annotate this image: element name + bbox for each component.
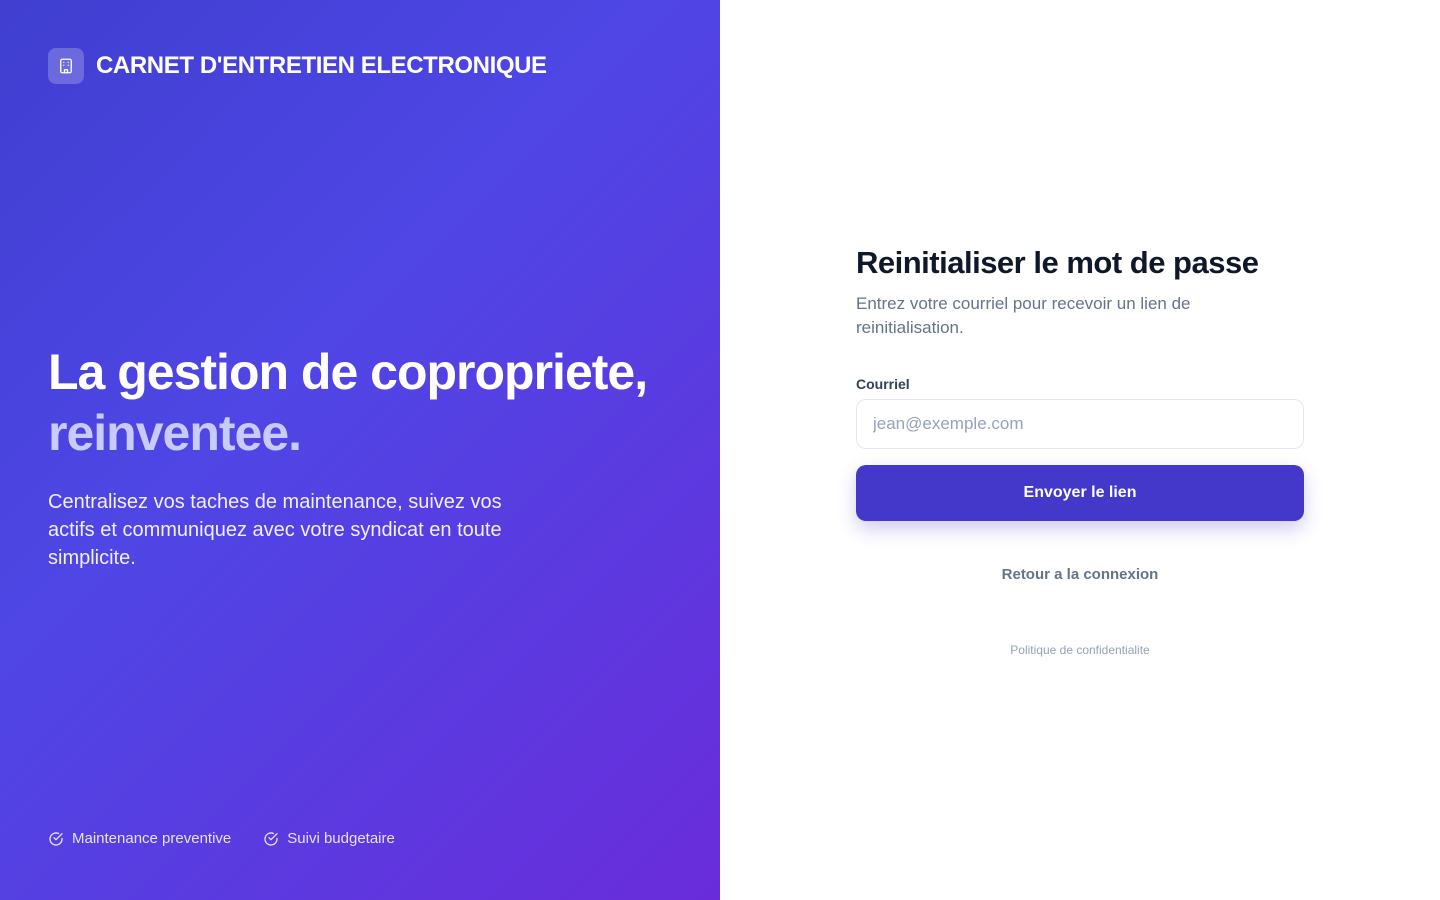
check-circle-icon	[48, 831, 64, 847]
form-subtitle: Entrez votre courriel pour recevoir un l…	[856, 294, 1191, 337]
feature-label: Suivi budgetaire	[287, 830, 395, 847]
feature-item: Maintenance preventive	[48, 830, 231, 847]
hero-headline: La gestion de copropriete, reinventee.	[48, 342, 648, 464]
brand: CARNET D'ENTRETIEN ELECTRONIQUE	[48, 48, 547, 84]
check-circle-icon	[263, 831, 279, 847]
brand-title: CARNET D'ENTRETIEN ELECTRONIQUE	[96, 52, 547, 79]
feature-item: Suivi budgetaire	[263, 830, 395, 847]
reset-password-form: Reinitialiser le mot de passe Entrez vot…	[856, 244, 1304, 657]
privacy-policy-link[interactable]: Politique de confidentialite	[856, 643, 1304, 657]
email-label: Courriel	[856, 376, 910, 392]
back-to-login-link[interactable]: Retour a la connexion	[856, 566, 1304, 583]
email-input[interactable]	[856, 399, 1304, 449]
feature-label: Maintenance preventive	[72, 830, 232, 847]
hero-headline-accent: reinventee.	[48, 405, 302, 461]
hero-headline-line1: La gestion de copropriete,	[48, 344, 648, 400]
form-panel: Reinitialiser le mot de passe Entrez vot…	[720, 0, 1440, 900]
hero-tagline: Centralisez vos taches de maintenance, s…	[48, 491, 502, 569]
send-link-button[interactable]: Envoyer le lien	[856, 465, 1304, 521]
feature-list: Maintenance preventive Suivi budgetaire	[48, 830, 395, 847]
hero-panel: CARNET D'ENTRETIEN ELECTRONIQUE La gesti…	[0, 0, 720, 900]
form-title: Reinitialiser le mot de passe	[856, 245, 1259, 280]
page: CARNET D'ENTRETIEN ELECTRONIQUE La gesti…	[0, 0, 1440, 900]
building-icon	[48, 48, 84, 84]
